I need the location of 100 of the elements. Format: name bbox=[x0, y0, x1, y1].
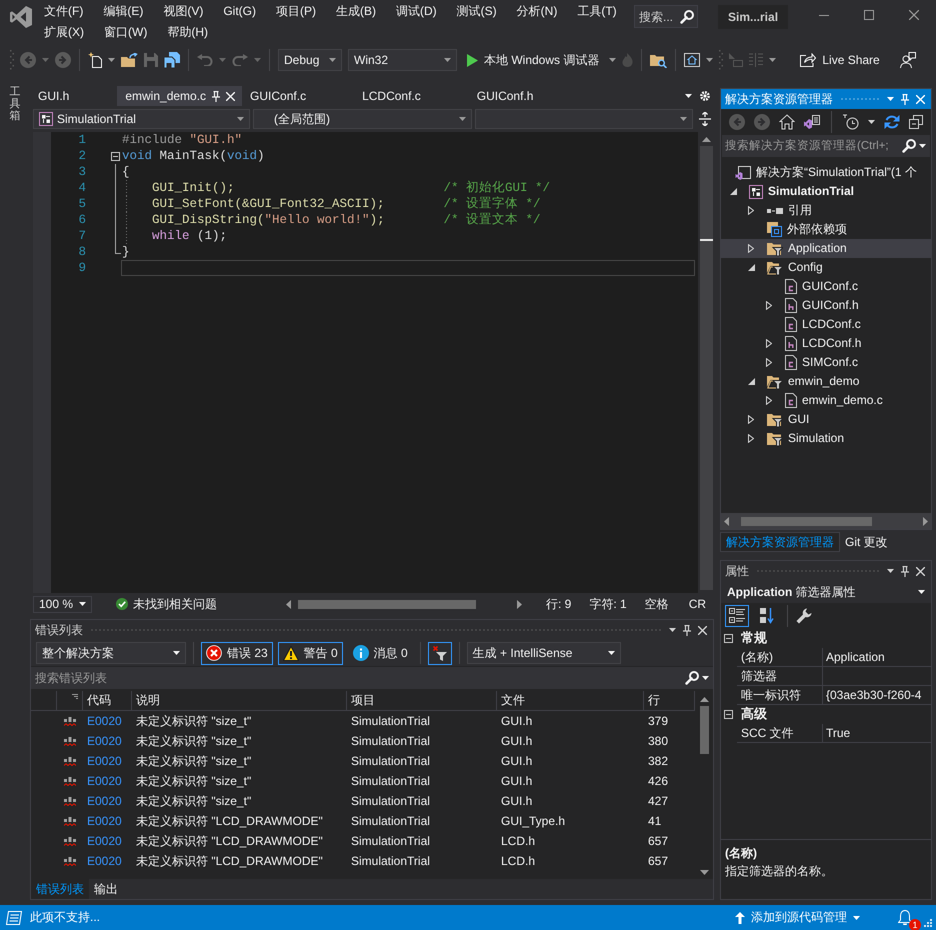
error-code-link[interactable]: E0020 bbox=[87, 814, 122, 828]
menu-item[interactable]: 生成(B) bbox=[326, 1, 386, 22]
caret-icon[interactable] bbox=[685, 94, 692, 98]
expander-arrow-icon[interactable] bbox=[766, 358, 772, 367]
tree-item[interactable]: SimulationTrial bbox=[721, 182, 931, 201]
expander-arrow-icon[interactable] bbox=[748, 415, 754, 424]
expander-arrow-icon[interactable] bbox=[766, 396, 772, 405]
tree-item[interactable]: 引用 bbox=[721, 201, 931, 220]
tree-item[interactable]: GUIConf.h bbox=[721, 296, 931, 315]
scope-dropdown[interactable]: (全局范围) bbox=[253, 109, 472, 129]
caret-icon[interactable] bbox=[868, 120, 875, 124]
error-code-link[interactable]: E0020 bbox=[87, 714, 122, 728]
source-control-button[interactable]: 添加到源代码管理 bbox=[731, 910, 864, 925]
resize-grip-icon[interactable] bbox=[924, 919, 932, 927]
editor-tab[interactable]: GUIConf.c bbox=[242, 86, 354, 106]
error-code-link[interactable]: E0020 bbox=[87, 734, 122, 748]
menu-item[interactable]: 工具(T) bbox=[567, 1, 627, 22]
arrow-left-icon[interactable] bbox=[724, 516, 729, 526]
error-code-link[interactable]: E0020 bbox=[87, 854, 122, 868]
live-share-button[interactable]: Live Share bbox=[796, 49, 884, 71]
folder-search-icon[interactable] bbox=[650, 52, 668, 68]
object-dropdown[interactable]: Application 筛选器属性 bbox=[721, 581, 931, 603]
scope-dropdown[interactable]: 整个解决方案 bbox=[36, 642, 186, 664]
configuration-dropdown[interactable]: Debug bbox=[278, 49, 342, 71]
caret-icon[interactable] bbox=[609, 58, 616, 62]
filter-toggle-button[interactable]: 消息 0 bbox=[348, 642, 413, 664]
tree-item[interactable]: emwin_demo.c bbox=[721, 391, 931, 410]
tree-item[interactable]: GUI bbox=[721, 410, 931, 429]
arrow-up-icon[interactable] bbox=[702, 137, 710, 142]
person-bubble-icon[interactable] bbox=[900, 52, 916, 68]
menu-item[interactable]: 编辑(E) bbox=[93, 1, 154, 22]
column-header[interactable]: 项目 bbox=[347, 691, 497, 711]
expander-arrow-icon[interactable] bbox=[766, 301, 772, 310]
menu-item[interactable]: 扩展(X) bbox=[34, 22, 94, 43]
tree-item[interactable]: Application bbox=[721, 239, 931, 258]
caret-icon[interactable] bbox=[887, 569, 894, 573]
panel-tab[interactable]: 错误列表 bbox=[31, 879, 89, 899]
panel-tab[interactable]: 解决方案资源管理器 bbox=[720, 532, 840, 552]
clock-icon[interactable] bbox=[843, 114, 859, 130]
expander-arrow-icon[interactable] bbox=[730, 188, 737, 195]
error-code-link[interactable]: E0020 bbox=[87, 774, 122, 788]
column-header[interactable] bbox=[57, 691, 83, 711]
menu-item[interactable]: 测试(S) bbox=[446, 1, 507, 22]
error-code-link[interactable]: E0020 bbox=[87, 834, 122, 848]
tree-item[interactable]: 外部依赖项 bbox=[721, 220, 931, 239]
caret-icon[interactable] bbox=[769, 58, 776, 62]
minus-box-icon[interactable] bbox=[724, 710, 733, 719]
gear-icon[interactable] bbox=[700, 91, 710, 101]
expander-arrow-icon[interactable] bbox=[748, 264, 755, 271]
start-debugging-button[interactable]: 本地 Windows 调试器 bbox=[463, 49, 604, 71]
menu-item[interactable]: 帮助(H) bbox=[157, 22, 218, 43]
folder-icon[interactable] bbox=[121, 53, 138, 67]
column-header[interactable]: 文件 bbox=[497, 691, 644, 711]
tree-item[interactable]: Config bbox=[721, 258, 931, 277]
menu-item[interactable]: 分析(N) bbox=[506, 1, 568, 22]
tree-item[interactable]: SIMConf.c bbox=[721, 353, 931, 372]
view-toggle-button[interactable] bbox=[725, 605, 749, 627]
project-dropdown[interactable]: SimulationTrial bbox=[33, 109, 250, 129]
property-category[interactable]: 常规 bbox=[721, 629, 931, 648]
expander-arrow-icon[interactable] bbox=[748, 378, 755, 385]
search-field[interactable]: 搜索... bbox=[634, 5, 698, 28]
panel-tab[interactable]: 输出 bbox=[89, 879, 123, 899]
filter-toggle-button[interactable]: 警告 0 bbox=[278, 642, 343, 664]
split-icon[interactable] bbox=[699, 112, 711, 126]
expander-arrow-icon[interactable] bbox=[748, 206, 754, 215]
expander-arrow-icon[interactable] bbox=[748, 434, 754, 443]
close-icon[interactable] bbox=[698, 626, 707, 634]
expander-arrow-icon[interactable] bbox=[766, 339, 772, 348]
line-ending-indicator[interactable]: CR bbox=[688, 596, 706, 612]
expander-arrow-icon[interactable] bbox=[748, 244, 754, 253]
tree-item[interactable]: LCDConf.h bbox=[721, 334, 931, 353]
refresh-icon[interactable] bbox=[884, 114, 900, 130]
search-field[interactable]: 搜索解决方案资源管理器(Ctrl+; bbox=[722, 135, 930, 157]
arrow-down-icon[interactable] bbox=[700, 870, 708, 875]
menu-item[interactable]: 项目(P) bbox=[266, 1, 326, 22]
tree-item[interactable]: emwin_demo bbox=[721, 372, 931, 391]
arrow-right-icon[interactable] bbox=[923, 516, 928, 526]
caret-icon[interactable] bbox=[108, 58, 115, 62]
menu-item[interactable]: 文件(F) bbox=[34, 1, 94, 22]
editor-tab[interactable]: LCDConf.c bbox=[354, 86, 469, 106]
minus-box-icon[interactable] bbox=[110, 152, 120, 160]
column-options-icon[interactable] bbox=[72, 694, 78, 699]
home-icon[interactable] bbox=[684, 53, 700, 67]
caret-icon[interactable] bbox=[706, 58, 714, 62]
tree-item[interactable]: Simulation bbox=[721, 429, 931, 448]
close-icon[interactable] bbox=[916, 566, 925, 576]
whitespace-indicator[interactable]: 空格 bbox=[644, 596, 669, 612]
filter-button[interactable] bbox=[428, 642, 452, 664]
minus-box-icon[interactable] bbox=[724, 634, 733, 643]
panel-tab[interactable]: Git 更改 bbox=[840, 532, 893, 552]
tree-item[interactable]: GUIConf.c bbox=[721, 277, 931, 296]
tree-item[interactable]: LCDConf.c bbox=[721, 315, 931, 334]
error-code-link[interactable]: E0020 bbox=[87, 794, 122, 808]
logo-document-icon[interactable] bbox=[804, 115, 820, 129]
home-icon[interactable] bbox=[779, 114, 795, 130]
property-value[interactable]: Application bbox=[823, 648, 931, 667]
column-header[interactable]: 说明 bbox=[132, 691, 347, 711]
property-category[interactable]: 高级 bbox=[721, 705, 931, 724]
menu-item[interactable]: 窗口(W) bbox=[94, 22, 158, 43]
editor-tab[interactable]: GUI.h bbox=[30, 86, 118, 106]
